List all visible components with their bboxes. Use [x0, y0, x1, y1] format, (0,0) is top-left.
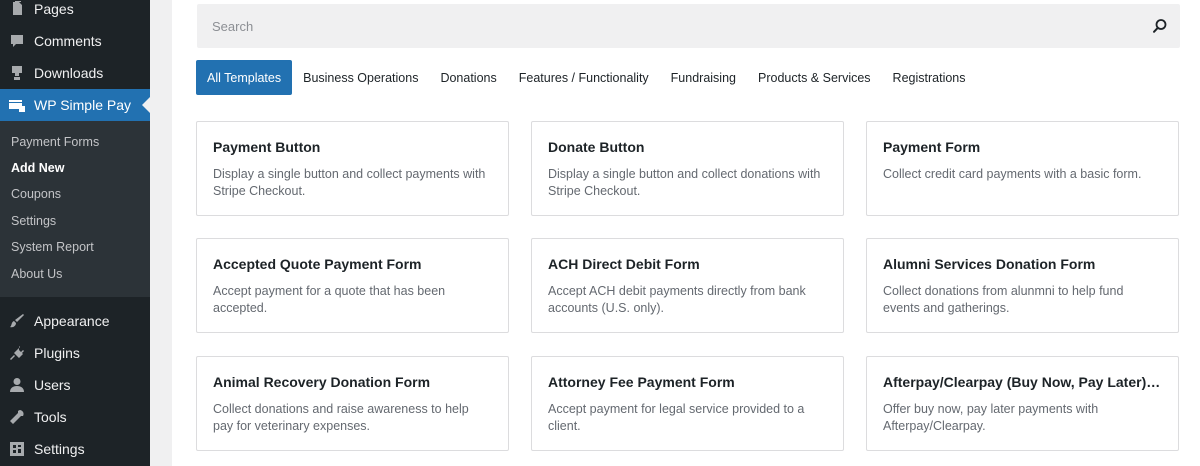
tab-fundraising[interactable]: Fundraising	[660, 60, 747, 95]
menu-item-label: Tools	[34, 409, 67, 425]
menu-item-label: Settings	[34, 441, 85, 457]
template-title: Animal Recovery Donation Form	[213, 374, 431, 390]
search-bar	[197, 4, 1180, 48]
template-title: ACH Direct Debit Form	[548, 256, 700, 272]
template-card[interactable]: Attorney Fee Payment Form Accept payment…	[531, 356, 844, 451]
tab-products-services[interactable]: Products & Services	[747, 60, 882, 95]
template-card[interactable]: Payment Button Display a single button a…	[196, 121, 509, 216]
template-title: Afterpay/Clearpay (Buy Now, Pay Later) F…	[883, 374, 1162, 390]
submenu-item-about-us[interactable]: About Us	[11, 267, 62, 281]
template-card[interactable]: Animal Recovery Donation Form Collect do…	[196, 356, 509, 451]
submenu-item-system-report[interactable]: System Report	[11, 240, 94, 254]
menu-item-pages[interactable]: Pages	[0, 0, 150, 25]
template-title: Donate Button	[548, 139, 645, 155]
template-card[interactable]: Alumni Services Donation Form Collect do…	[866, 238, 1179, 333]
template-description: Collect credit card payments with a basi…	[883, 167, 1142, 181]
menu-item-plugins[interactable]: Plugins	[0, 337, 150, 369]
tab-donations[interactable]: Donations	[429, 60, 507, 95]
template-card[interactable]: Donate Button Display a single button an…	[531, 121, 844, 216]
appearance-icon	[9, 313, 25, 329]
template-description: Collect donations and raise awareness to…	[213, 402, 469, 433]
template-description: Accept ACH debit payments directly from …	[548, 284, 806, 315]
search-input[interactable]	[197, 4, 1137, 48]
tools-icon	[9, 409, 25, 425]
menu-item-label: Appearance	[34, 313, 110, 329]
template-card[interactable]: ACH Direct Debit Form Accept ACH debit p…	[531, 238, 844, 333]
submenu-item-coupons[interactable]: Coupons	[11, 187, 61, 201]
menu-item-label: Comments	[34, 33, 102, 49]
submenu-item-payment-forms[interactable]: Payment Forms	[11, 135, 99, 149]
plugins-icon	[9, 345, 25, 361]
admin-sidebar: Pages Comments Downloads WP Simple Pay P…	[0, 0, 150, 466]
template-description: Accept payment for legal service provide…	[548, 402, 805, 433]
users-icon	[9, 377, 25, 393]
tab-registrations[interactable]: Registrations	[882, 60, 977, 95]
template-title: Payment Button	[213, 139, 321, 155]
template-description: Accept payment for a quote that has been…	[213, 284, 446, 315]
menu-item-wp-simple-pay[interactable]: WP Simple Pay	[0, 89, 150, 121]
simple-pay-icon	[9, 97, 25, 113]
settings-icon	[9, 441, 25, 457]
category-tabs: All Templates Business Operations Donati…	[196, 60, 977, 95]
template-title: Alumni Services Donation Form	[883, 256, 1096, 272]
template-card[interactable]: Accepted Quote Payment Form Accept payme…	[196, 238, 509, 333]
template-title: Payment Form	[883, 139, 981, 155]
tab-all-templates[interactable]: All Templates	[196, 60, 293, 95]
downloads-icon	[9, 65, 25, 81]
menu-item-label: Plugins	[34, 345, 80, 361]
template-title: Attorney Fee Payment Form	[548, 374, 735, 390]
comments-icon	[9, 33, 25, 49]
tab-features-functionality[interactable]: Features / Functionality	[508, 60, 660, 95]
menu-item-appearance[interactable]: Appearance	[0, 305, 150, 337]
submenu-item-add-new[interactable]: Add New	[11, 161, 64, 175]
simple-pay-submenu: Payment Forms Add New Coupons Settings S…	[0, 121, 150, 297]
template-card[interactable]: Afterpay/Clearpay (Buy Now, Pay Later) F…	[866, 356, 1179, 451]
tab-business-operations[interactable]: Business Operations	[292, 60, 429, 95]
menu-item-label: WP Simple Pay	[34, 97, 131, 113]
menu-item-label: Pages	[34, 1, 74, 17]
menu-item-label: Users	[34, 377, 71, 393]
template-title: Accepted Quote Payment Form	[213, 256, 422, 272]
template-library: All Templates Business Operations Donati…	[172, 0, 1200, 466]
menu-item-comments[interactable]: Comments	[0, 25, 150, 57]
menu-item-users[interactable]: Users	[0, 369, 150, 401]
template-card[interactable]: Payment Form Collect credit card payment…	[866, 121, 1179, 216]
template-description: Collect donations from alunmni to help f…	[883, 284, 1124, 315]
submenu-item-settings[interactable]: Settings	[11, 214, 56, 228]
search-icon[interactable]	[1152, 18, 1168, 34]
template-description: Offer buy now, pay later payments with A…	[883, 402, 1099, 433]
pages-icon	[9, 1, 25, 17]
menu-item-settings[interactable]: Settings	[0, 433, 150, 465]
menu-item-label: Downloads	[34, 65, 104, 81]
template-description: Display a single button and collect dona…	[548, 167, 821, 198]
template-description: Display a single button and collect paym…	[213, 167, 486, 198]
menu-item-downloads[interactable]: Downloads	[0, 57, 150, 89]
menu-item-tools[interactable]: Tools	[0, 401, 150, 433]
